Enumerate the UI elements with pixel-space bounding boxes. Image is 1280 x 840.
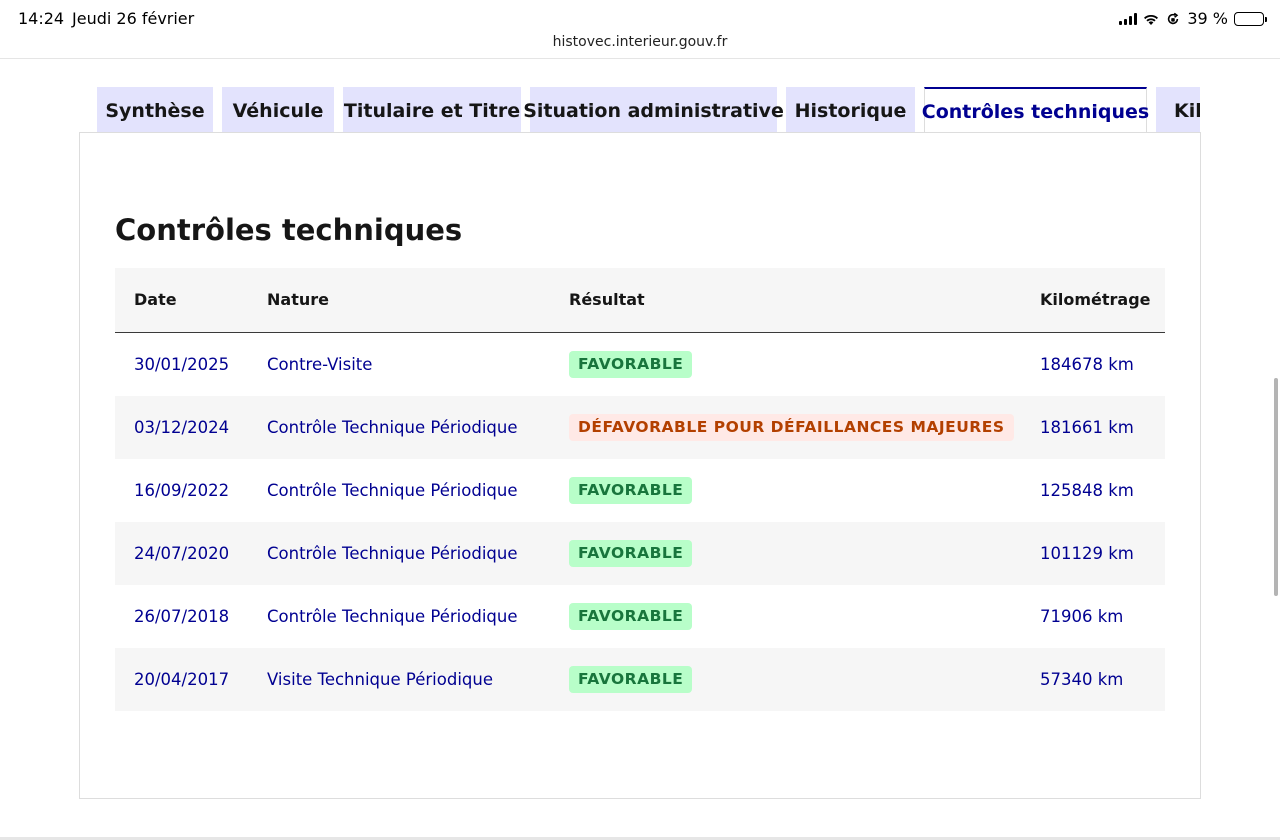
controles-table: Date Nature Résultat Kilométrage 30/01/2…	[115, 268, 1165, 711]
tab-titulaire-et-titre[interactable]: Titulaire et Titre	[343, 87, 521, 133]
wifi-icon	[1144, 14, 1159, 25]
table-row: 30/01/2025 Contre-Visite FAVORABLE 18467…	[115, 333, 1165, 396]
table-header: Date Nature Résultat Kilométrage	[115, 268, 1165, 333]
result-badge: FAVORABLE	[569, 351, 693, 378]
header-nature: Nature	[267, 290, 329, 309]
status-date: Jeudi 26 février	[72, 9, 195, 28]
cell-kilometrage: 184678 km	[1040, 355, 1134, 374]
cell-date: 26/07/2018	[134, 607, 230, 626]
cell-nature: Contrôle Technique Périodique	[267, 544, 518, 563]
result-badge: FAVORABLE	[569, 477, 693, 504]
table-row: 24/07/2020 Contrôle Technique Périodique…	[115, 522, 1165, 585]
cell-date: 24/07/2020	[134, 544, 230, 563]
cell-nature: Contrôle Technique Périodique	[267, 481, 518, 500]
battery-percentage: 39 %	[1187, 9, 1228, 28]
status-time: 14:24	[18, 9, 65, 28]
table-body: 30/01/2025 Contre-Visite FAVORABLE 18467…	[115, 333, 1165, 711]
page-title: Contrôles techniques	[115, 213, 463, 247]
status-indicators: 39 %	[1119, 9, 1267, 28]
status-bar: 14:24 Jeudi 26 février 39 %	[0, 0, 1280, 36]
result-badge: DÉFAVORABLE POUR DÉFAILLANCES MAJEURES	[569, 414, 1014, 441]
result-badge: FAVORABLE	[569, 666, 693, 693]
cell-date: 20/04/2017	[134, 670, 230, 689]
url-bar[interactable]: histovec.interieur.gouv.fr	[0, 34, 1280, 50]
result-badge: FAVORABLE	[569, 603, 693, 630]
cell-kilometrage: 71906 km	[1040, 607, 1124, 626]
tab-controles-techniques[interactable]: Contrôles techniques	[922, 87, 1149, 133]
cell-nature: Contrôle Technique Périodique	[267, 418, 518, 437]
tab-kilometrage[interactable]: Kilométrage	[1156, 87, 1200, 133]
table-row: 16/09/2022 Contrôle Technique Périodique…	[115, 459, 1165, 522]
tab-vehicule[interactable]: Véhicule	[222, 87, 334, 133]
cell-date: 30/01/2025	[134, 355, 230, 374]
tab-list: Synthèse Véhicule Titulaire et Titre Sit…	[97, 87, 1200, 133]
table-row: 26/07/2018 Contrôle Technique Périodique…	[115, 585, 1165, 648]
orientation-lock-icon	[1168, 12, 1179, 24]
signal-icon	[1119, 12, 1138, 25]
cell-kilometrage: 181661 km	[1040, 418, 1134, 437]
header-kilometrage: Kilométrage	[1040, 290, 1151, 309]
cell-kilometrage: 57340 km	[1040, 670, 1124, 689]
header-date: Date	[134, 290, 177, 309]
table-row: 03/12/2024 Contrôle Technique Périodique…	[115, 396, 1165, 459]
table-row: 20/04/2017 Visite Technique Périodique F…	[115, 648, 1165, 711]
tab-historique[interactable]: Historique	[786, 87, 915, 133]
divider	[0, 58, 1280, 59]
tab-synthese[interactable]: Synthèse	[97, 87, 213, 133]
tab-situation-administrative[interactable]: Situation administrative	[523, 87, 784, 133]
cell-nature: Contre-Visite	[267, 355, 373, 374]
header-result: Résultat	[569, 290, 645, 309]
scrollbar[interactable]	[1274, 378, 1278, 596]
battery-icon	[1234, 11, 1267, 26]
result-badge: FAVORABLE	[569, 540, 693, 567]
cell-date: 16/09/2022	[134, 481, 230, 500]
cell-kilometrage: 101129 km	[1040, 544, 1134, 563]
cell-kilometrage: 125848 km	[1040, 481, 1134, 500]
cell-nature: Contrôle Technique Périodique	[267, 607, 518, 626]
cell-nature: Visite Technique Périodique	[267, 670, 493, 689]
cell-date: 03/12/2024	[134, 418, 230, 437]
